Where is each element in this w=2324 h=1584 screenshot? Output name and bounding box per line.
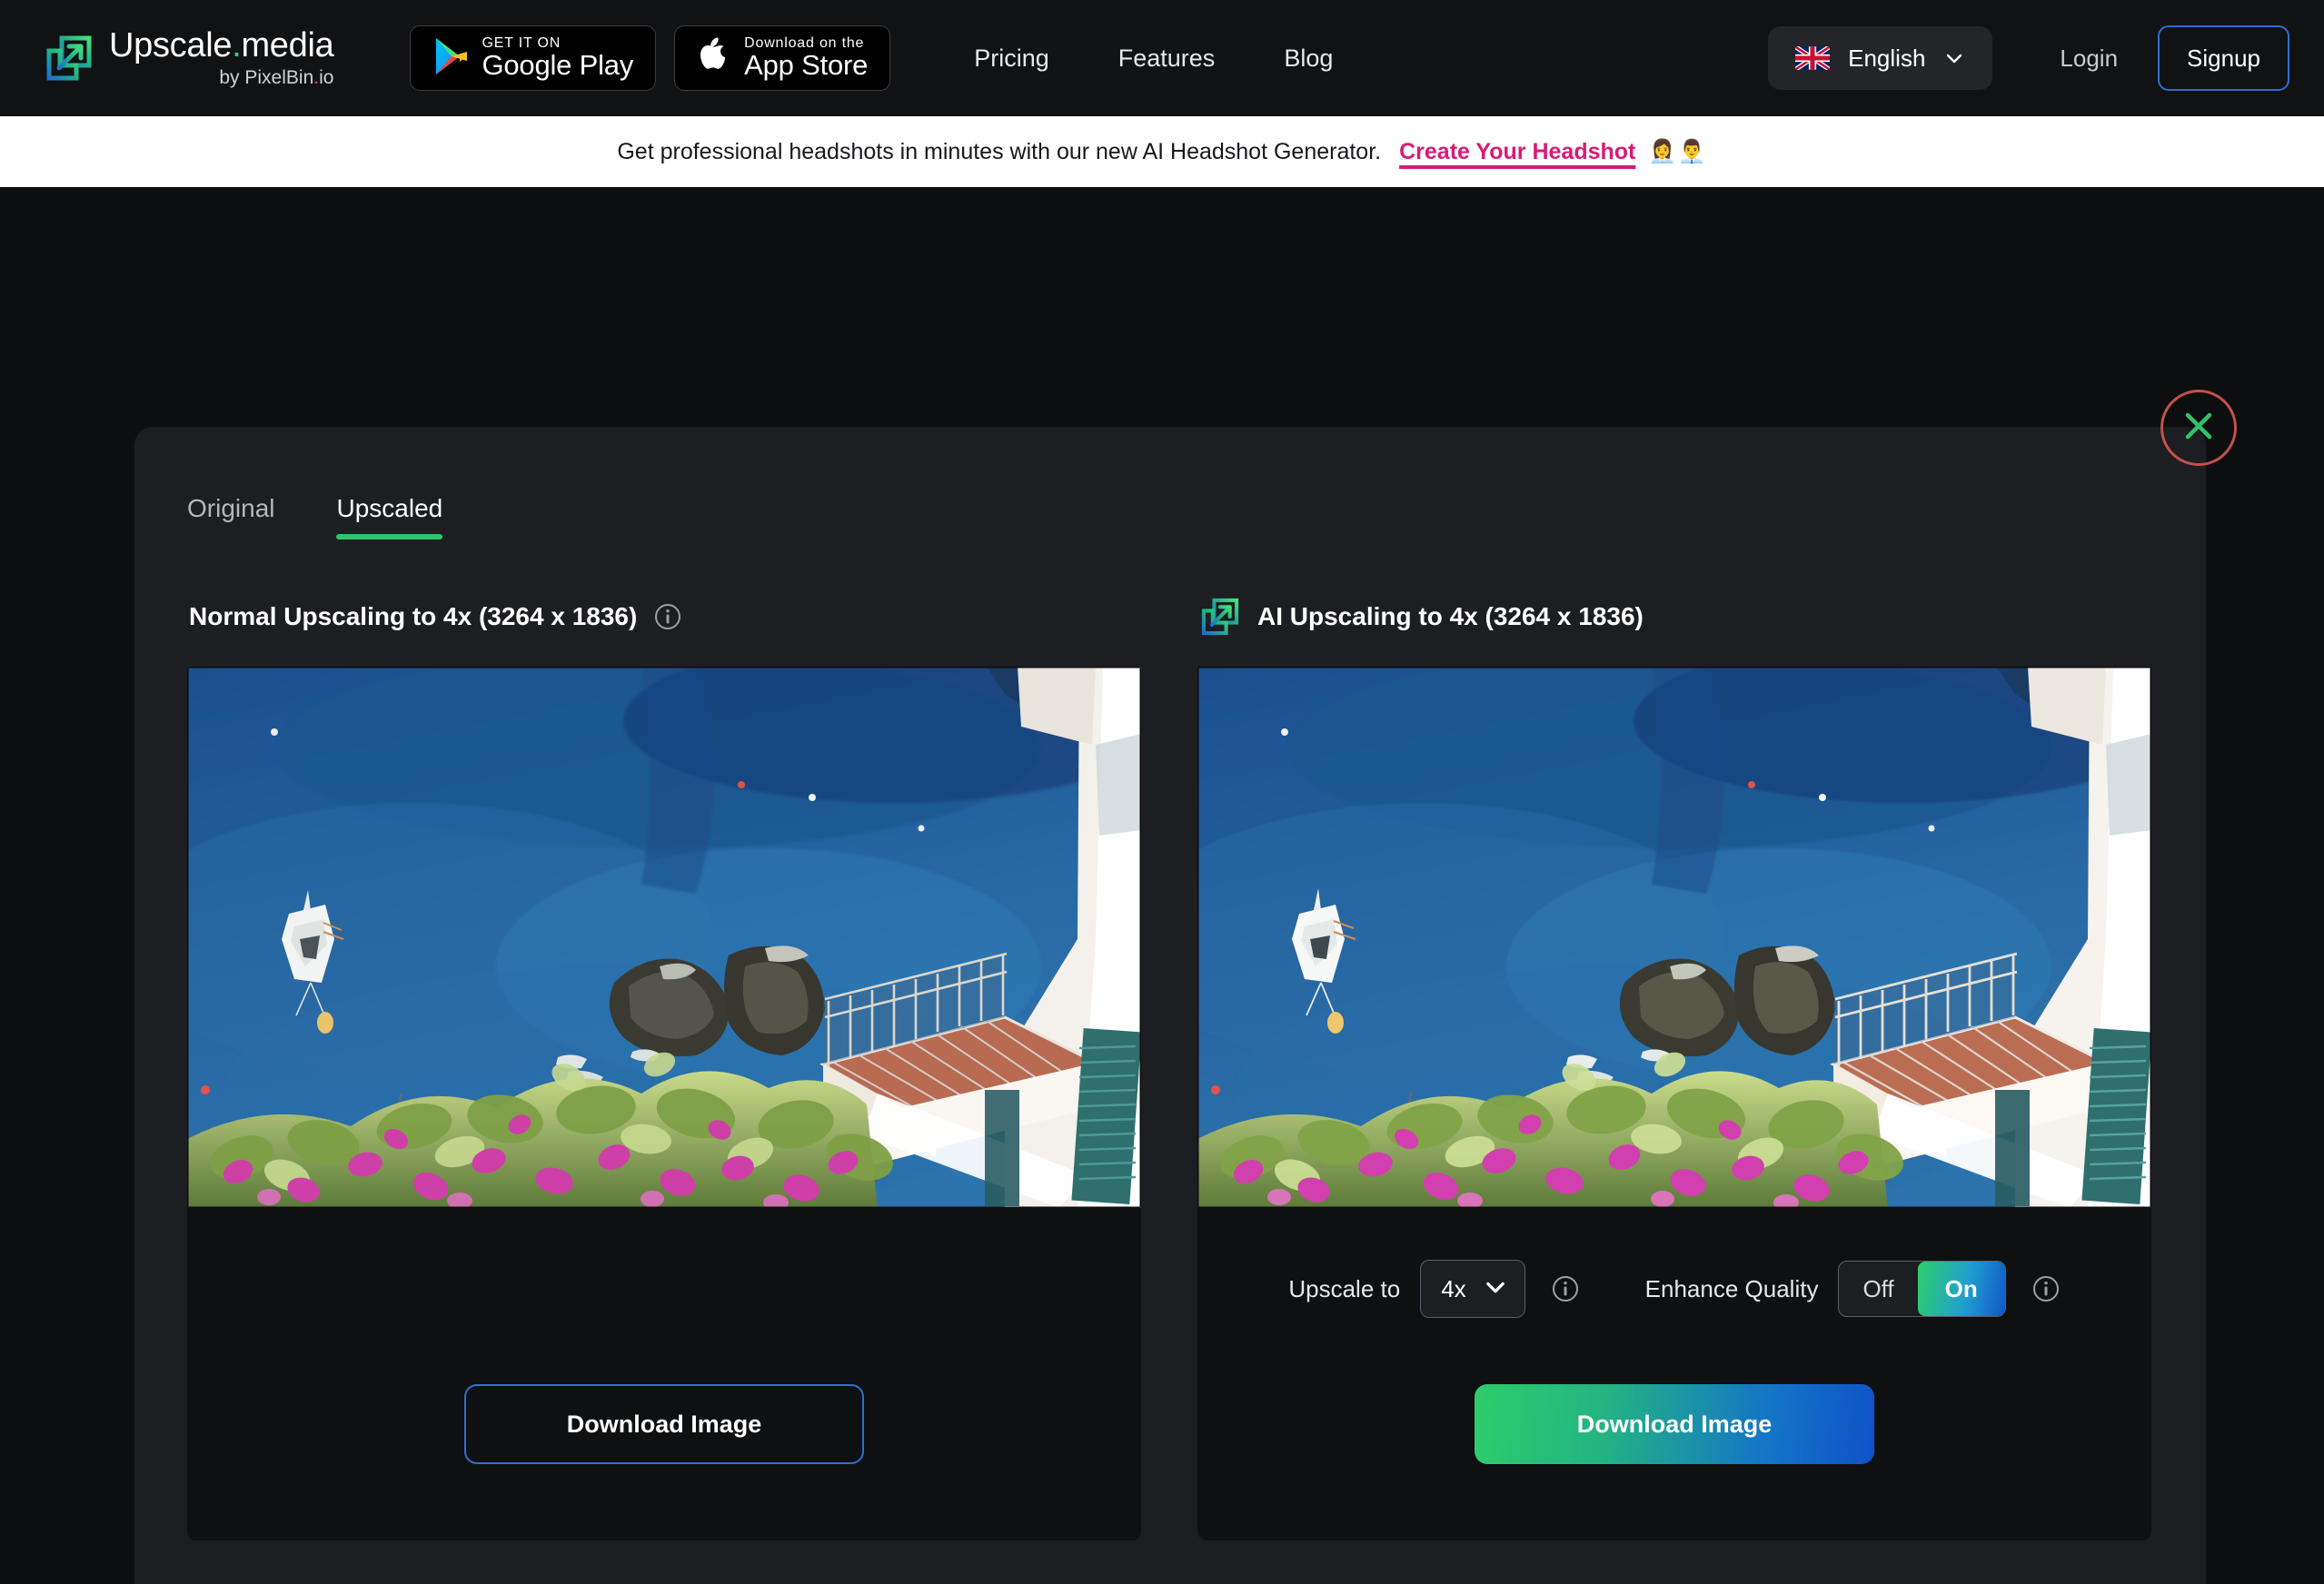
- enhance-toggle-off[interactable]: Off: [1839, 1262, 1917, 1316]
- enhance-toggle-on[interactable]: On: [1918, 1262, 2005, 1316]
- site-header: Upscale.media by PixelBin.io: [0, 0, 2324, 116]
- normal-panel-header: Normal Upscaling to 4x (3264 x 1836): [187, 589, 1141, 645]
- nav-link-pricing[interactable]: Pricing: [939, 45, 1084, 73]
- app-store-badge[interactable]: Download on the App Store: [674, 25, 890, 91]
- chevron-down-icon: [1943, 47, 1965, 69]
- ai-upscaling-panel: AI Upscaling to 4x (3264 x 1836): [1197, 589, 2151, 1540]
- language-selector[interactable]: English: [1768, 26, 1992, 90]
- enhance-quality-label: Enhance Quality: [1645, 1275, 1819, 1303]
- upscale-result-modal: Original Upscaled Normal Upscaling to 4x…: [134, 427, 2206, 1584]
- close-x-icon: [2178, 405, 2220, 451]
- brand-logo-link[interactable]: Upscale.media by PixelBin.io: [44, 28, 333, 88]
- result-tabs: Original Upscaled: [134, 427, 2206, 540]
- language-label: English: [1848, 45, 1925, 73]
- page-body: Original Upscaled Normal Upscaling to 4x…: [0, 187, 2324, 1397]
- google-play-icon: [432, 36, 469, 81]
- upscale-arrow-logo-icon: [1199, 596, 1241, 638]
- upscale-info-icon[interactable]: [1551, 1274, 1580, 1303]
- header-right-group: English Login Signup: [1768, 25, 2289, 91]
- announcement-text: Get professional headshots in minutes wi…: [617, 139, 1381, 165]
- apple-icon: [697, 36, 731, 81]
- upscale-factor-select[interactable]: 4x: [1420, 1260, 1525, 1318]
- normal-upscaled-preview-image: [187, 667, 1141, 1208]
- upscale-factor-value: 4x: [1441, 1275, 1465, 1303]
- ai-preview-card: Upscale to 4x: [1197, 667, 2151, 1540]
- normal-download-wrap: Download Image: [187, 1384, 1141, 1464]
- create-headshot-link[interactable]: Create Your Headshot: [1399, 139, 1635, 165]
- enhance-info-icon[interactable]: [2031, 1274, 2061, 1303]
- ai-panel-title: AI Upscaling to 4x (3264 x 1836): [1257, 602, 1644, 631]
- comparison-panels: Normal Upscaling to 4x (3264 x 1836): [134, 589, 2206, 1540]
- info-circle-icon[interactable]: [653, 602, 682, 631]
- app-store-badge-label: App Store: [744, 51, 868, 80]
- store-badges: GET IT ON Google Play Download on the Ap…: [410, 25, 890, 91]
- normal-panel-title: Normal Upscaling to 4x (3264 x 1836): [189, 602, 637, 631]
- nav-link-features[interactable]: Features: [1084, 45, 1250, 73]
- signup-button[interactable]: Signup: [2158, 25, 2289, 91]
- upscale-arrow-logo-icon: [44, 33, 94, 84]
- brand-title: Upscale.media: [109, 28, 333, 64]
- ai-controls-row: Upscale to 4x: [1288, 1257, 2060, 1321]
- brand-subtitle: by PixelBin.io: [109, 68, 333, 88]
- login-button[interactable]: Login: [2029, 45, 2149, 73]
- tab-original[interactable]: Original: [187, 494, 274, 540]
- headshot-emoji: 👩‍💼👨‍💼: [1648, 139, 1706, 165]
- normal-preview-card: Download Image: [187, 667, 1141, 1540]
- download-ai-button[interactable]: Download Image: [1475, 1384, 1874, 1464]
- enhance-quality-toggle[interactable]: Off On: [1838, 1261, 2005, 1317]
- tab-upscaled[interactable]: Upscaled: [336, 494, 442, 540]
- close-modal-button[interactable]: [2160, 390, 2237, 466]
- announcement-bar: Get professional headshots in minutes wi…: [0, 116, 2324, 187]
- ai-panel-header: AI Upscaling to 4x (3264 x 1836): [1197, 589, 2151, 645]
- normal-upscaling-panel: Normal Upscaling to 4x (3264 x 1836): [187, 589, 1141, 1540]
- ai-upscaled-preview-image: [1197, 667, 2151, 1208]
- upscale-to-label: Upscale to: [1288, 1275, 1400, 1303]
- nav-link-blog[interactable]: Blog: [1249, 45, 1367, 73]
- uk-flag-icon: [1795, 46, 1830, 70]
- chevron-down-icon: [1483, 1274, 1508, 1304]
- download-normal-button[interactable]: Download Image: [464, 1384, 864, 1464]
- google-play-badge[interactable]: GET IT ON Google Play: [410, 25, 656, 91]
- ai-download-wrap: Download Image: [1197, 1384, 2151, 1464]
- google-play-badge-label: Google Play: [482, 51, 633, 80]
- primary-nav: Pricing Features Blog: [939, 45, 1367, 73]
